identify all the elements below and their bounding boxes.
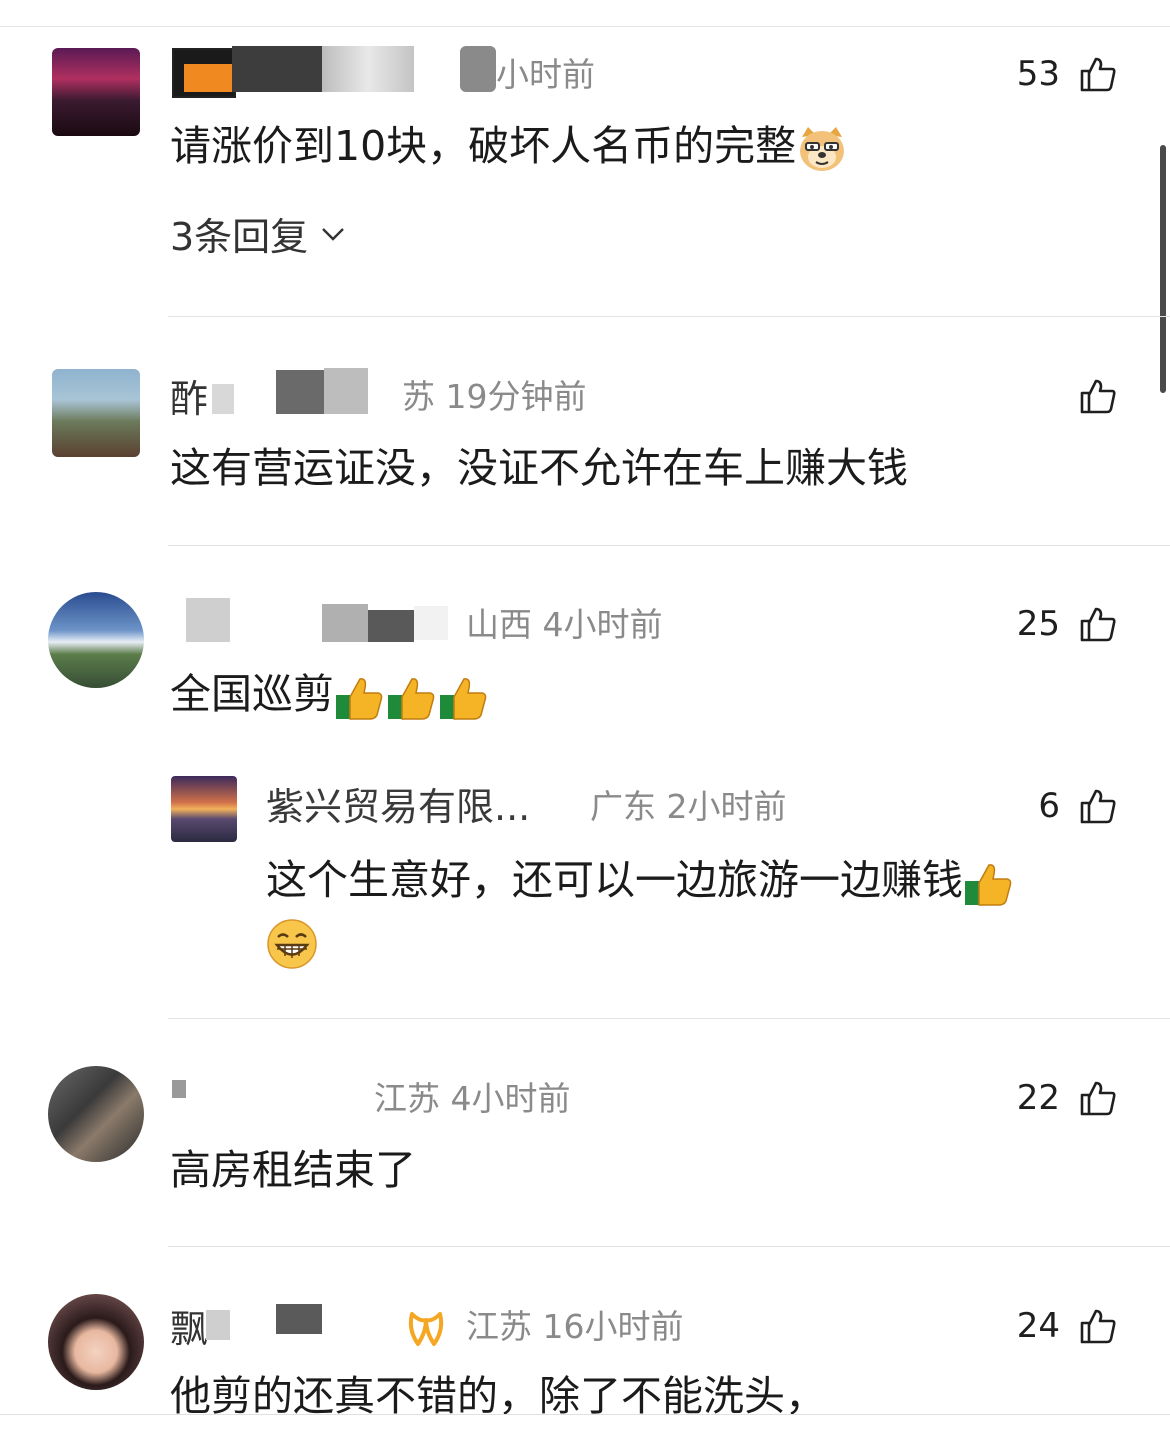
reply-username[interactable]: 紫兴贸易有限... bbox=[266, 782, 530, 832]
like-count: 25 bbox=[1016, 604, 1060, 644]
redacted-username bbox=[206, 1310, 230, 1340]
comment-meta: 山西 4小时前 bbox=[466, 605, 663, 644]
redacted-username bbox=[184, 64, 232, 92]
thumbs-up-icon[interactable] bbox=[1078, 376, 1118, 416]
grin-emoji bbox=[267, 919, 317, 969]
thumbs-up-icon[interactable] bbox=[1078, 604, 1118, 644]
comment-text: 这有营运证没，没证不允许在车上赚大钱 bbox=[170, 444, 908, 492]
comment-text: 请涨价到10块，破坏人名币的完整 bbox=[170, 118, 848, 174]
redacted-username bbox=[186, 598, 230, 642]
redacted-username bbox=[212, 384, 234, 414]
like-control[interactable]: 24 bbox=[1017, 1306, 1118, 1346]
redacted-username bbox=[324, 368, 368, 414]
comment-meta: 江苏 16小时前 bbox=[466, 1307, 684, 1346]
doge-emoji bbox=[800, 127, 845, 171]
view-replies-button[interactable]: 3条回复 bbox=[170, 206, 348, 261]
vip-badge-icon bbox=[408, 1312, 444, 1346]
thumbs-up-emoji bbox=[388, 678, 435, 720]
comment-text: 高房租结束了 bbox=[170, 1146, 416, 1194]
comment-meta: 苏 19分钟前 bbox=[402, 377, 587, 416]
reply-body: 这个生意好，还可以一边旅游一边赚钱 bbox=[266, 856, 963, 904]
thumbs-up-icon[interactable] bbox=[1078, 1078, 1118, 1118]
avatar[interactable] bbox=[48, 592, 144, 688]
avatar[interactable] bbox=[52, 369, 140, 457]
redacted-username bbox=[276, 1304, 322, 1334]
redacted-username bbox=[368, 610, 414, 642]
like-control[interactable]: 25 bbox=[1017, 604, 1118, 644]
bottom-divider bbox=[0, 1414, 1170, 1415]
redacted-username bbox=[322, 604, 368, 642]
comment-meta: 江苏 4小时前 bbox=[374, 1079, 571, 1118]
top-divider bbox=[0, 26, 1170, 27]
comment-body: 请涨价到10块，破坏人名币的完整 bbox=[170, 122, 797, 170]
thumbs-up-emoji bbox=[440, 678, 487, 720]
redacted-username bbox=[276, 370, 324, 414]
comment-body: 全国巡剪 bbox=[170, 670, 334, 718]
redacted-username bbox=[460, 46, 496, 92]
redacted-username bbox=[232, 46, 322, 92]
reply-meta: 广东 2小时前 bbox=[590, 787, 787, 826]
redacted-username bbox=[414, 606, 448, 640]
thumbs-up-emoji bbox=[965, 864, 1012, 906]
comment-text: 他剪的还真不错的，除了不能洗头， bbox=[170, 1372, 826, 1420]
redacted-username bbox=[172, 1080, 186, 1098]
reply-text: 这个生意好，还可以一边旅游一边赚钱 bbox=[266, 852, 1015, 908]
like-count: 53 bbox=[1016, 54, 1060, 94]
like-control[interactable]: 22 bbox=[1017, 1078, 1118, 1118]
like-control[interactable]: 53 bbox=[1017, 54, 1118, 94]
username[interactable]: 酢 bbox=[170, 374, 208, 424]
username[interactable]: 飘 bbox=[170, 1304, 208, 1354]
thumbs-up-emoji bbox=[336, 678, 383, 720]
replies-label: 3条回复 bbox=[170, 215, 309, 259]
thumbs-up-icon[interactable] bbox=[1078, 1306, 1118, 1346]
avatar[interactable] bbox=[171, 776, 237, 842]
thumbs-up-icon[interactable] bbox=[1078, 54, 1118, 94]
avatar[interactable] bbox=[48, 1066, 144, 1162]
chevron-down-icon bbox=[322, 227, 345, 241]
comment-divider bbox=[168, 1018, 1170, 1019]
thumbs-up-icon[interactable] bbox=[1078, 786, 1118, 826]
avatar[interactable] bbox=[52, 48, 140, 136]
comment-divider bbox=[168, 1246, 1170, 1247]
redacted-username bbox=[322, 46, 414, 92]
like-count: 24 bbox=[1016, 1306, 1060, 1346]
comment-divider bbox=[168, 316, 1170, 317]
like-control[interactable] bbox=[1078, 376, 1118, 416]
like-count: 6 bbox=[1038, 786, 1060, 826]
comment-divider bbox=[168, 545, 1170, 546]
comment-text: 全国巡剪 bbox=[170, 666, 490, 722]
like-control[interactable]: 6 bbox=[1038, 786, 1118, 826]
comment-meta: 小时前 bbox=[496, 55, 595, 94]
avatar[interactable] bbox=[48, 1294, 144, 1390]
like-count: 22 bbox=[1016, 1078, 1060, 1118]
scrollbar[interactable] bbox=[1160, 145, 1166, 393]
